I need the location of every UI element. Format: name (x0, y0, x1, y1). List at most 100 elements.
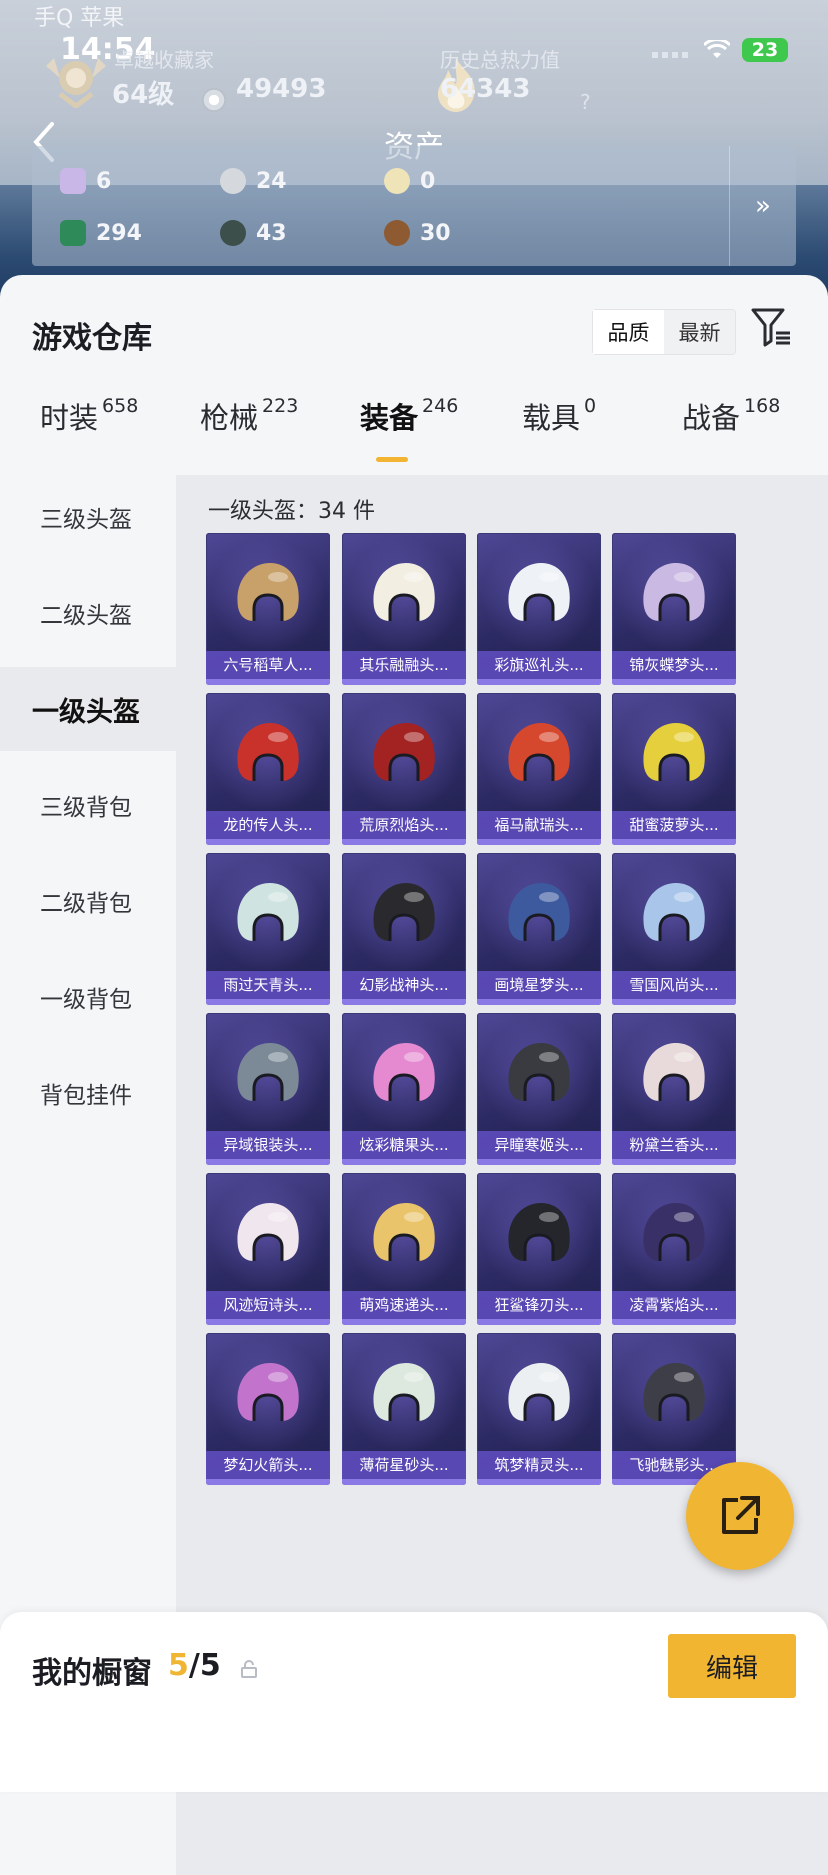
item-name: 甜蜜菠萝头... (612, 811, 736, 839)
sidebar-item-backpack-pendant[interactable]: 背包挂件 (0, 1051, 176, 1135)
sidebar-item-level1-helmet[interactable]: 一级头盔 (0, 667, 176, 751)
tab-count: 0 (584, 395, 597, 417)
item-name: 薄荷星砂头... (342, 1451, 466, 1479)
assets-panel[interactable]: 6 24 0 294 43 30 » (32, 146, 796, 266)
item-card[interactable]: 彩旗巡礼头... (477, 533, 601, 685)
quality-strip (477, 999, 601, 1005)
item-name: 筑梦精灵头... (477, 1451, 601, 1479)
item-card[interactable]: 六号稻草人... (206, 533, 330, 685)
item-card[interactable]: 异域银装头... (206, 1013, 330, 1165)
item-name: 六号稻草人... (206, 651, 330, 679)
heat-value: 64343 (440, 74, 531, 104)
tab-label: 装备 (360, 401, 419, 435)
showcase-count: 5/5 (168, 1648, 221, 1683)
helmet-icon (643, 1203, 705, 1261)
quality-strip (206, 839, 330, 845)
quality-strip (477, 1479, 601, 1485)
item-card[interactable]: 筑梦精灵头... (477, 1333, 601, 1485)
sidebar-item-level3-helmet[interactable]: 三级头盔 (0, 475, 176, 559)
item-card[interactable]: 萌鸡速递头... (342, 1173, 466, 1325)
gold-coin-icon (384, 168, 410, 194)
asset-value: 24 (256, 168, 287, 194)
asset-value: 0 (420, 168, 436, 194)
share-button[interactable] (686, 1462, 794, 1570)
quality-strip (342, 1479, 466, 1485)
sidebar-item-level1-backpack[interactable]: 一级背包 (0, 955, 176, 1039)
item-card[interactable]: 风迹短诗头... (206, 1173, 330, 1325)
signal-icon (652, 52, 692, 58)
level-value: 64级 (112, 80, 175, 110)
quality-strip (612, 1319, 736, 1325)
quality-strip (342, 999, 466, 1005)
tab-vehicles[interactable]: 载具 0 (522, 395, 596, 437)
item-card[interactable]: 锦灰蝶梦头... (612, 533, 736, 685)
item-card[interactable]: 梦幻火箭头... (206, 1333, 330, 1485)
heat-label: 历史总热力值 (440, 48, 560, 72)
tab-equipment[interactable]: 装备 246 (360, 395, 458, 437)
helmet-icon (373, 883, 435, 941)
asset-gold-coin: 0 (384, 168, 435, 194)
silver-coin-icon (220, 168, 246, 194)
sidebar-item-level2-helmet[interactable]: 二级头盔 (0, 571, 176, 655)
helmet-icon (508, 1043, 570, 1101)
sidebar-item-level2-backpack[interactable]: 二级背包 (0, 859, 176, 943)
helmet-icon (237, 1043, 299, 1101)
quality-strip (477, 839, 601, 845)
filter-icon[interactable] (750, 305, 794, 349)
item-card[interactable]: 甜蜜菠萝头... (612, 693, 736, 845)
item-card[interactable]: 其乐融融头... (342, 533, 466, 685)
header-background: 手Q 苹果 14:54 23 卓越收藏家 64级 49493 历史总热力值 64… (0, 0, 828, 300)
item-card[interactable]: 幻影战神头... (342, 853, 466, 1005)
quality-strip (612, 679, 736, 685)
helmet-icon (237, 1203, 299, 1261)
showcase-total: /5 (188, 1648, 221, 1683)
helmet-icon (373, 1043, 435, 1101)
item-card[interactable]: 画境星梦头... (477, 853, 601, 1005)
item-card[interactable]: 异瞳寒姬头... (477, 1013, 601, 1165)
helmet-icon (643, 883, 705, 941)
helmet-icon (237, 1363, 299, 1421)
assets-more-button[interactable]: » (729, 146, 796, 266)
tab-guns[interactable]: 枪械 223 (200, 395, 298, 437)
quality-strip (477, 679, 601, 685)
item-name: 画境星梦头... (477, 971, 601, 999)
item-card[interactable]: 荒原烈焰头... (342, 693, 466, 845)
wifi-icon (704, 40, 730, 58)
helmet-icon (237, 563, 299, 621)
help-icon[interactable]: ? (580, 90, 591, 114)
showcase-current: 5 (168, 1648, 189, 1683)
item-card[interactable]: 福马献瑞头... (477, 693, 601, 845)
item-card[interactable]: 狂鲨锋刃头... (477, 1173, 601, 1325)
tab-fashion[interactable]: 时装 658 (40, 395, 138, 437)
item-card[interactable]: 粉黛兰香头... (612, 1013, 736, 1165)
item-card[interactable]: 龙的传人头... (206, 693, 330, 845)
item-card[interactable]: 炫彩糖果头... (342, 1013, 466, 1165)
item-name: 异瞳寒姬头... (477, 1131, 601, 1159)
lock-icon (241, 1660, 257, 1678)
item-name: 萌鸡速递头... (342, 1291, 466, 1319)
active-tab-indicator (376, 457, 408, 462)
item-card[interactable]: 雪国风尚头... (612, 853, 736, 1005)
coin-value: 49493 (236, 74, 327, 104)
dark-medal-icon (220, 220, 246, 246)
item-card[interactable]: 凌霄紫焰头... (612, 1173, 736, 1325)
sort-newest-button[interactable]: 最新 (664, 310, 735, 354)
helmet-icon (643, 723, 705, 781)
item-card[interactable]: 薄荷星砂头... (342, 1333, 466, 1485)
section-count-label: 一级头盔：34 件 (208, 499, 375, 524)
warehouse-title: 游戏仓库 (32, 321, 152, 356)
tab-supplies[interactable]: 战备 168 (682, 395, 780, 437)
sidebar-item-level3-backpack[interactable]: 三级背包 (0, 763, 176, 847)
item-card[interactable]: 飞驰魅影头... (612, 1333, 736, 1485)
asset-value: 43 (256, 220, 287, 246)
item-card[interactable]: 雨过天青头... (206, 853, 330, 1005)
share-external-icon (722, 1496, 760, 1534)
edit-button[interactable]: 编辑 (668, 1634, 796, 1698)
quality-strip (206, 1319, 330, 1325)
helmet-icon (373, 723, 435, 781)
sort-quality-button[interactable]: 品质 (593, 310, 664, 354)
item-name: 异域银装头... (206, 1131, 330, 1159)
helmet-icon (508, 1203, 570, 1261)
helmet-icon (643, 1043, 705, 1101)
helmet-icon (373, 563, 435, 621)
